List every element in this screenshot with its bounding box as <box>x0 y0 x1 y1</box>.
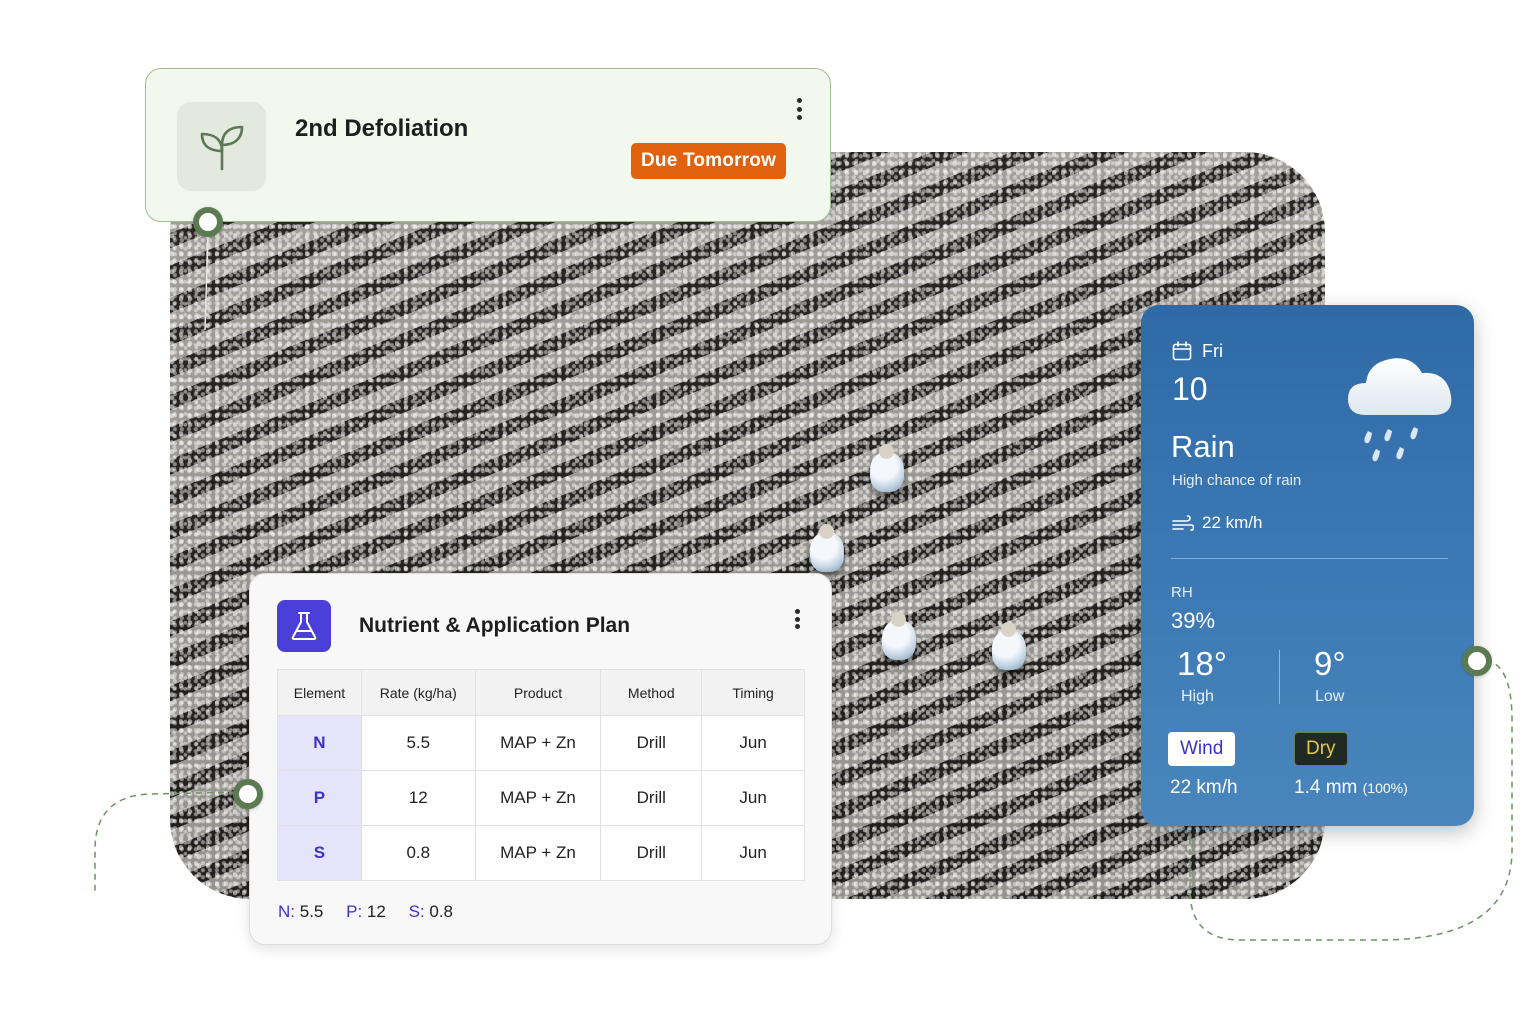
weather-connector-node <box>1462 646 1492 676</box>
table-row: S 0.8 MAP + Zn Drill Jun <box>277 825 805 881</box>
method-cell: Drill <box>600 770 703 826</box>
method-cell: Drill <box>600 825 703 881</box>
column-header: Rate (kg/ha) <box>360 669 476 716</box>
wind-icon <box>1172 515 1195 538</box>
task-connector-node <box>193 207 223 237</box>
rain-percent: (100%) <box>1362 780 1408 796</box>
rate-cell: 0.8 <box>360 825 476 881</box>
nutrient-more-options-icon[interactable] <box>787 606 807 632</box>
column-header: Element <box>277 669 362 716</box>
weather-day: Fri <box>1202 341 1223 361</box>
summary-key: N: <box>278 902 295 921</box>
nutrient-table: Element Rate (kg/ha) Product Method Timi… <box>277 669 805 881</box>
task-title: 2nd Defoliation <box>295 115 469 142</box>
nutrient-plan-card[interactable]: Nutrient & Application Plan Element Rate… <box>249 573 832 945</box>
nutrient-summary: N: 5.5 P: 12 S: 0.8 <box>278 902 471 922</box>
rate-cell: 5.5 <box>360 715 476 771</box>
product-cell: MAP + Zn <box>474 715 602 771</box>
summary-value: 0.8 <box>429 902 453 921</box>
summary-key: P: <box>346 902 363 921</box>
timing-cell: Jun <box>701 825 805 881</box>
summary-value: 12 <box>366 902 386 921</box>
table-row: N 5.5 MAP + Zn Drill Jun <box>277 715 805 771</box>
rate-cell: 12 <box>360 770 476 826</box>
nutrient-plan-title: Nutrient & Application Plan <box>359 614 631 637</box>
sprout-icon <box>177 102 266 191</box>
nutrient-connector-node <box>233 779 263 809</box>
due-badge: Due Tomorrow <box>631 143 787 179</box>
wind-speed: 22 km/h <box>1202 513 1263 532</box>
timing-cell: Jun <box>701 770 805 826</box>
weather-condition: Rain <box>1171 429 1235 464</box>
element-cell: N <box>277 715 362 771</box>
divider <box>1279 650 1280 704</box>
divider <box>1171 558 1448 559</box>
rh-value: 39% <box>1171 608 1216 633</box>
column-header: Method <box>600 669 703 716</box>
dry-badge: Dry <box>1294 732 1348 766</box>
rh-label: RH <box>1171 584 1193 601</box>
field-worker <box>992 622 1026 670</box>
weather-date: 10 <box>1172 371 1208 407</box>
product-cell: MAP + Zn <box>474 825 602 881</box>
low-temp: 9° <box>1314 645 1346 682</box>
product-cell: MAP + Zn <box>474 770 602 826</box>
rain-amount-value: 1.4 mm <box>1294 777 1358 798</box>
method-cell: Drill <box>600 715 703 771</box>
task-more-options-icon[interactable] <box>789 95 809 123</box>
timing-cell: Jun <box>701 715 805 771</box>
task-card[interactable]: 2nd Defoliation Due Tomorrow <box>145 68 831 222</box>
weather-description: High chance of rain <box>1172 472 1302 489</box>
column-header: Timing <box>701 669 805 716</box>
rain-amount: 1.4 mm (100%) <box>1294 777 1408 799</box>
high-label: High <box>1181 688 1214 705</box>
summary-key: S: <box>408 902 425 921</box>
wind-badge: Wind <box>1168 732 1236 766</box>
field-worker <box>870 444 904 492</box>
rain-cloud-icon <box>1346 343 1456 478</box>
table-row: P 12 MAP + Zn Drill Jun <box>277 770 805 826</box>
high-temp: 18° <box>1177 645 1227 682</box>
table-header-row: Element Rate (kg/ha) Product Method Timi… <box>277 669 805 716</box>
wind-value: 22 km/h <box>1170 777 1238 798</box>
summary-value: 5.5 <box>299 902 324 921</box>
element-cell: P <box>277 770 362 826</box>
element-cell: S <box>277 825 362 881</box>
low-label: Low <box>1315 688 1345 705</box>
field-worker <box>882 612 916 660</box>
weather-card[interactable]: Fri 10 Rain High chance of rain 22 km/h … <box>1141 305 1474 826</box>
flask-icon <box>277 600 331 652</box>
field-worker <box>810 524 844 572</box>
calendar-icon <box>1172 341 1192 366</box>
column-header: Product <box>474 669 602 716</box>
